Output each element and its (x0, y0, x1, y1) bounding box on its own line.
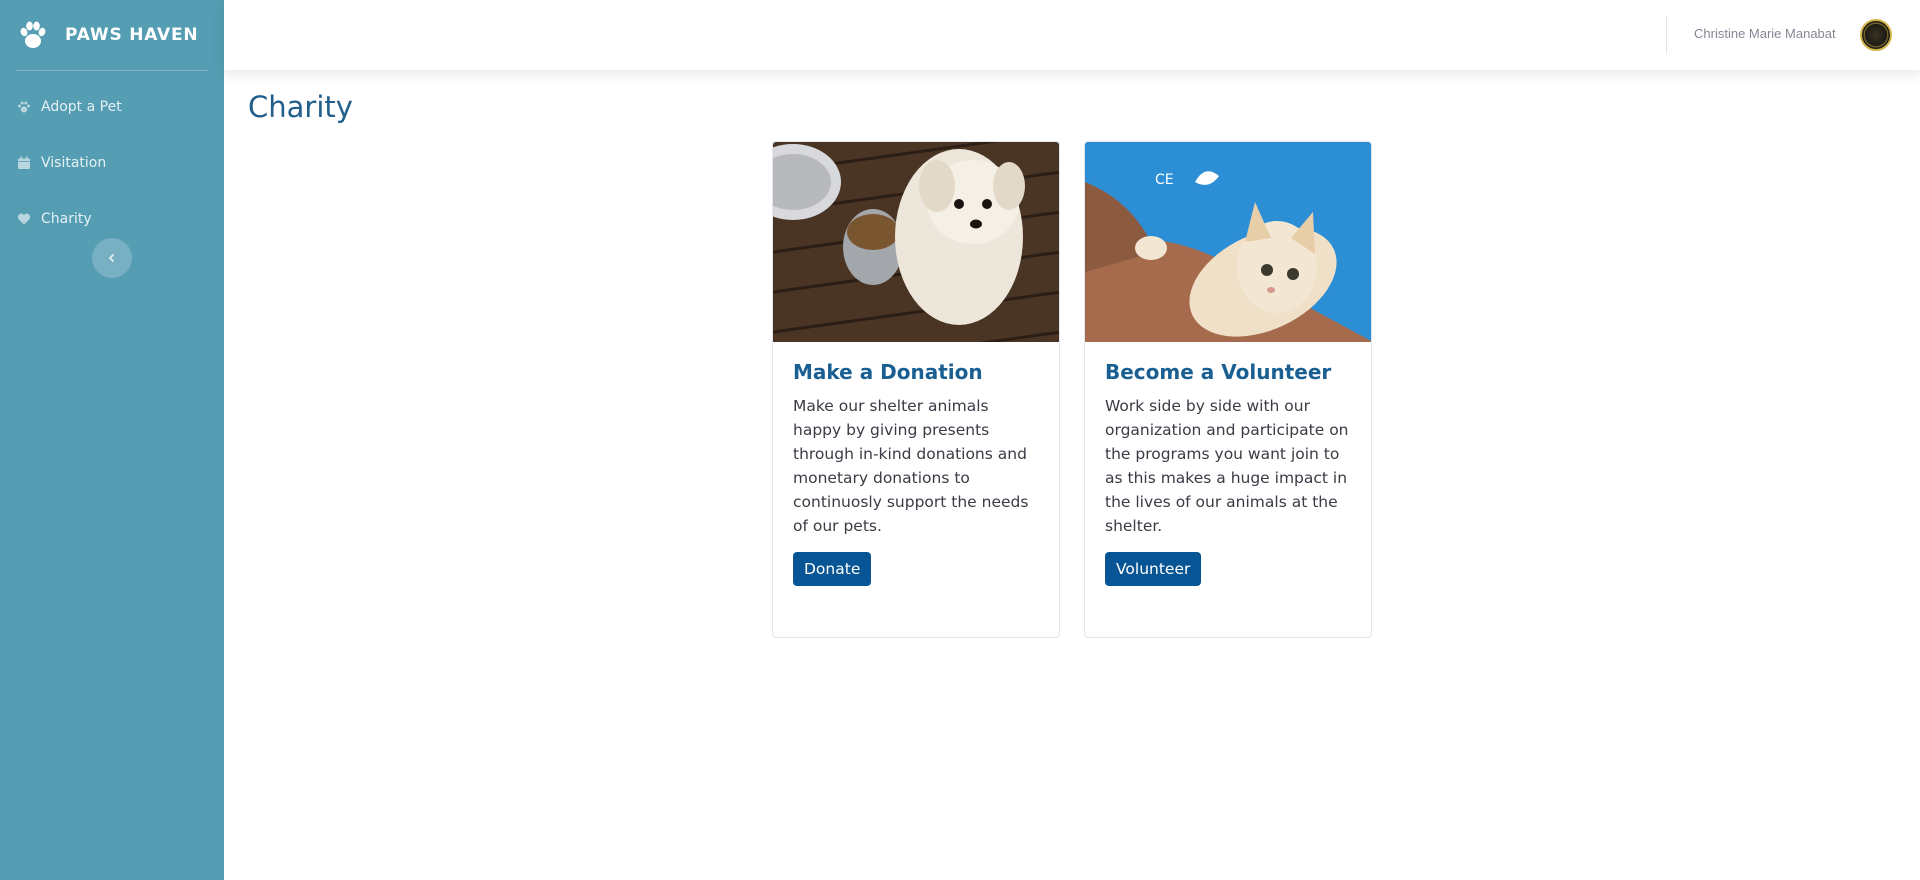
brand[interactable]: PAWS HAVEN (0, 0, 208, 70)
sidebar-toggle-button[interactable] (92, 238, 132, 278)
topbar: Christine Marie Manabat (224, 0, 1920, 70)
svg-text:CE: CE (1155, 172, 1174, 188)
card-text: Make our shelter animals happy by giving… (793, 397, 1029, 535)
sidebar-item-label: Charity (41, 211, 92, 227)
card-title: Become a Volunteer (1105, 360, 1332, 384)
card-text: Work side by side with our organization … (1105, 397, 1349, 535)
sidebar-nav: Adopt a Pet Visitation Charity (0, 71, 224, 247)
user-name[interactable]: Christine Marie Manabat (1694, 26, 1836, 41)
paw-icon (18, 101, 30, 113)
card-title: Make a Donation (793, 360, 983, 384)
avatar[interactable] (1860, 19, 1892, 51)
sidebar: PAWS HAVEN Adopt a Pet Visitation Charit… (0, 0, 224, 880)
calendar-icon (18, 156, 30, 169)
paw-icon (20, 21, 46, 48)
donate-button[interactable]: Donate (793, 552, 872, 586)
volunteer-button[interactable]: Volunteer (1105, 552, 1202, 586)
chevron-left-icon (108, 253, 115, 263)
sidebar-item-adopt-a-pet[interactable]: Adopt a Pet (0, 79, 224, 135)
donation-card: Make a Donation Make our shelter animals… (772, 141, 1060, 638)
sidebar-item-label: Adopt a Pet (41, 99, 122, 115)
heart-icon (17, 213, 31, 225)
dog-photo (773, 142, 1059, 342)
kitten-photo: CE (1085, 142, 1371, 342)
sidebar-item-visitation[interactable]: Visitation (0, 135, 224, 191)
page-title: Charity (248, 90, 353, 124)
brand-name: PAWS HAVEN (65, 25, 199, 45)
topbar-divider (1666, 16, 1667, 54)
sidebar-item-label: Visitation (41, 155, 107, 171)
volunteer-card: CE Become a Volunteer Work side by side … (1084, 141, 1372, 638)
